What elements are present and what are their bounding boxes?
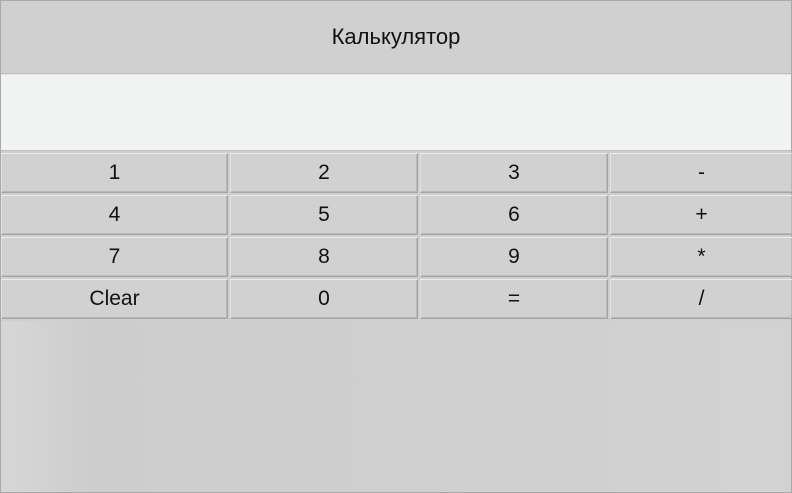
key-7[interactable]: 7	[1, 237, 228, 277]
key-2[interactable]: 2	[230, 153, 418, 193]
key-plus[interactable]: +	[610, 195, 792, 235]
key-0[interactable]: 0	[230, 279, 418, 319]
key-8[interactable]: 8	[230, 237, 418, 277]
calculator-display[interactable]	[1, 74, 791, 151]
key-9[interactable]: 9	[420, 237, 608, 277]
window-background	[1, 321, 791, 492]
key-equals[interactable]: =	[420, 279, 608, 319]
key-4[interactable]: 4	[1, 195, 228, 235]
key-5[interactable]: 5	[230, 195, 418, 235]
keypad: 1 2 3 - 4 5 6 + 7 8 9 * Clear 0 = /	[1, 153, 792, 319]
key-clear[interactable]: Clear	[1, 279, 228, 319]
key-6[interactable]: 6	[420, 195, 608, 235]
key-divide[interactable]: /	[610, 279, 792, 319]
window-title: Калькулятор	[1, 1, 791, 74]
calculator-window: Калькулятор 1 2 3 - 4 5 6 + 7 8 9 * Clea…	[0, 0, 792, 493]
key-3[interactable]: 3	[420, 153, 608, 193]
key-1[interactable]: 1	[1, 153, 228, 193]
key-multiply[interactable]: *	[610, 237, 792, 277]
key-minus[interactable]: -	[610, 153, 792, 193]
